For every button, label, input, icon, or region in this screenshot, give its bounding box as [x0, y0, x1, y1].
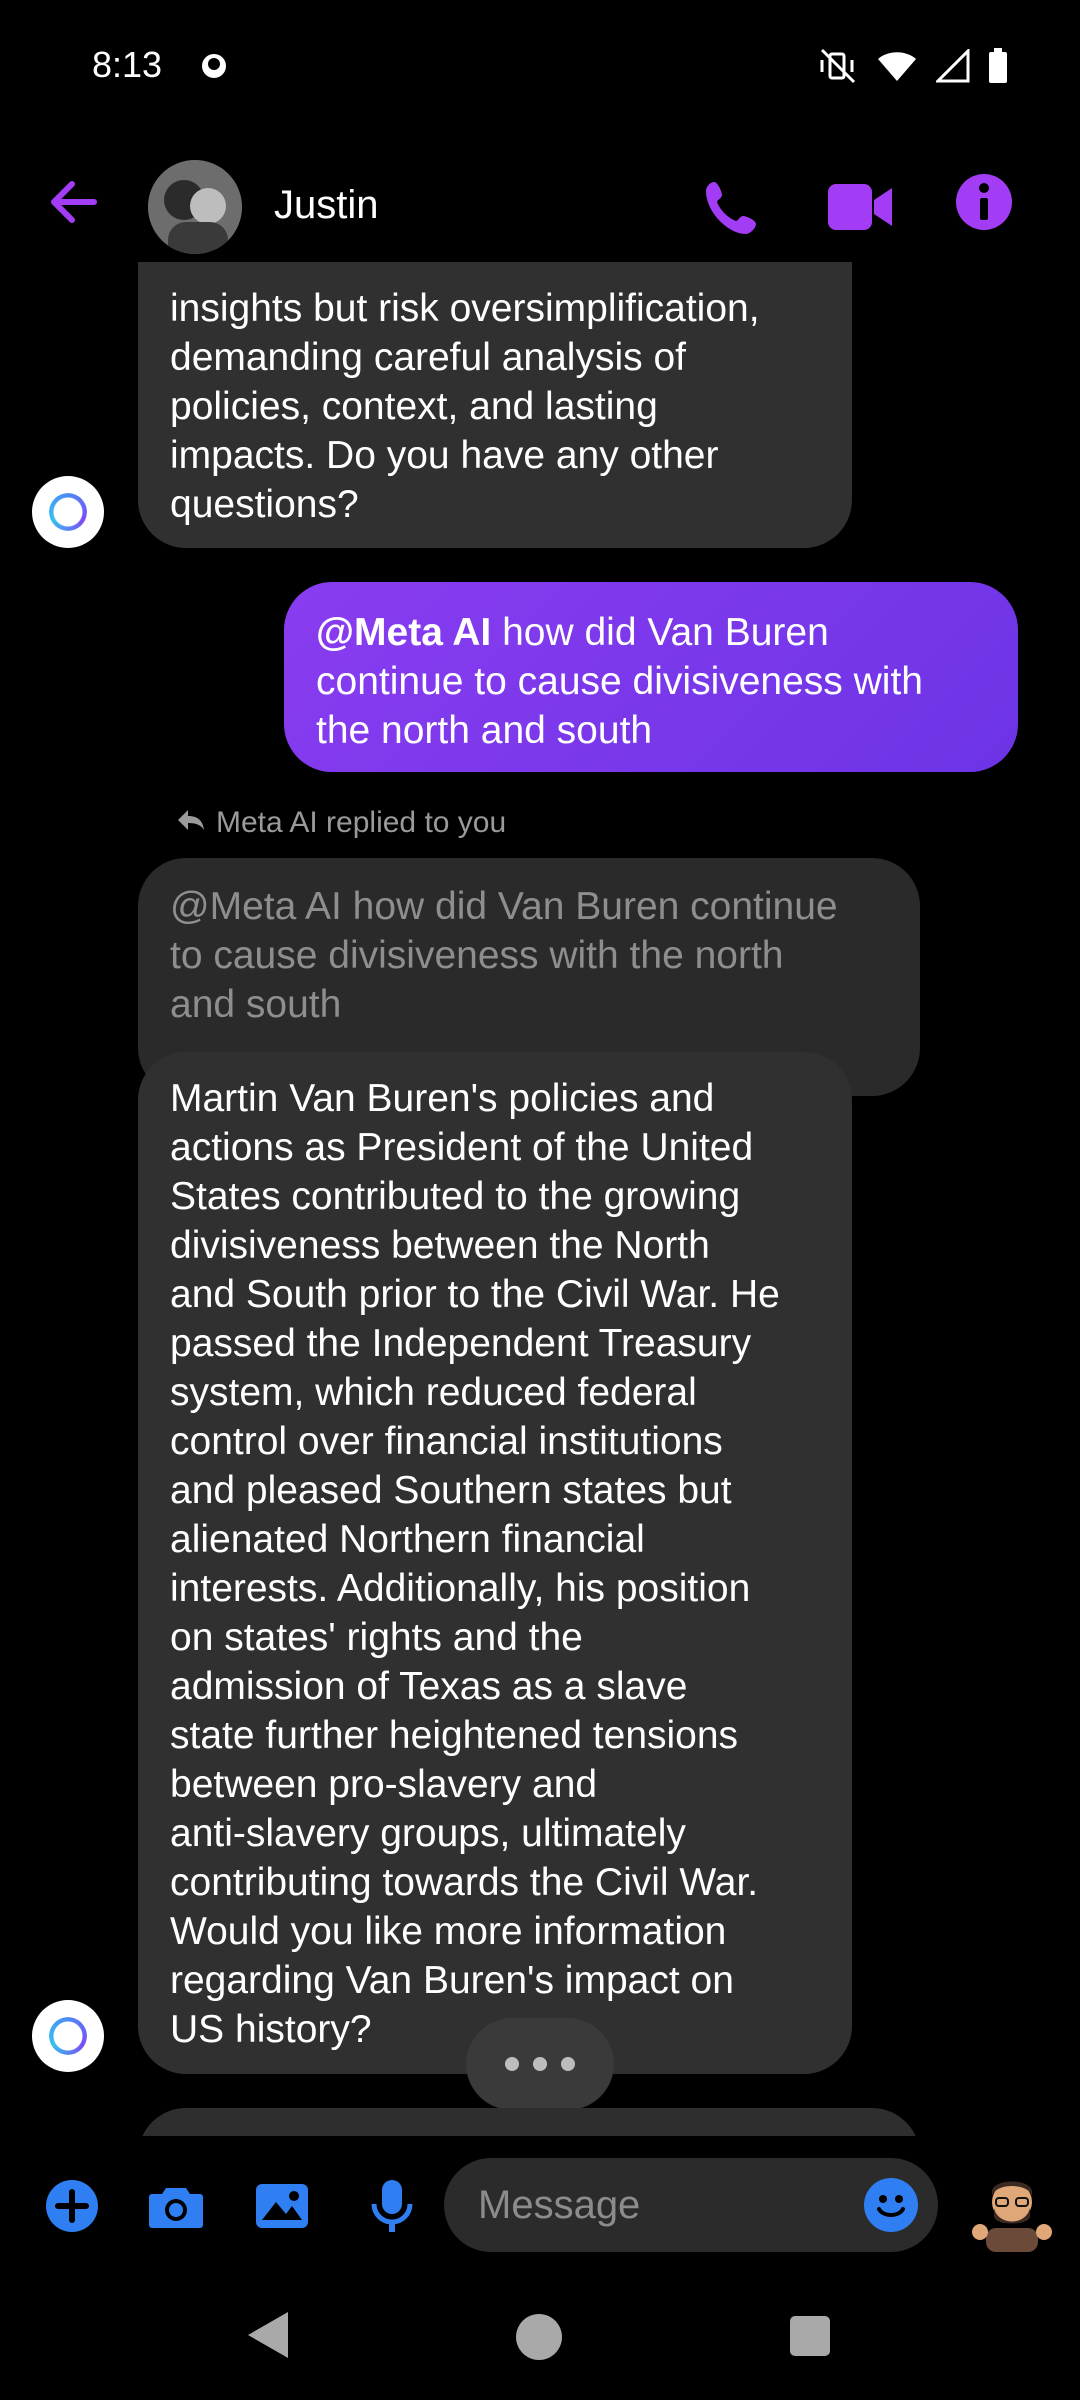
meta-ai-avatar[interactable] [32, 476, 104, 548]
ai-message-bubble[interactable]: Martin Van Buren's policies and actions … [138, 1052, 852, 2074]
reply-arrow-icon [176, 806, 206, 840]
mute-vibrate-icon [818, 48, 858, 89]
emoji-icon[interactable] [864, 2178, 918, 2232]
typing-dot [561, 2057, 575, 2071]
microphone-icon[interactable] [362, 2176, 422, 2236]
avatar-sticker-icon[interactable] [970, 2168, 1054, 2252]
battery-icon [988, 48, 1008, 89]
notification-icon [200, 52, 228, 80]
typing-dot [505, 2057, 519, 2071]
typing-dot [533, 2057, 547, 2071]
back-arrow-icon[interactable] [44, 172, 104, 232]
message-field[interactable] [444, 2158, 938, 2252]
meta-ai-ring-icon [49, 2017, 87, 2055]
nav-recents-icon[interactable] [790, 2316, 830, 2356]
plus-icon[interactable] [42, 2176, 102, 2236]
wifi-icon [876, 49, 918, 88]
reply-label: Meta AI replied to you [176, 806, 506, 840]
nav-home-icon[interactable] [516, 2314, 562, 2360]
camera-icon[interactable] [146, 2176, 206, 2236]
meta-ai-ring-icon [49, 493, 87, 531]
reply-label-text: Meta AI replied to you [216, 806, 507, 839]
signal-icon [934, 47, 970, 88]
contact-name[interactable]: Justin [274, 183, 379, 228]
mention: @Meta AI [316, 611, 492, 654]
video-call-icon[interactable] [826, 178, 894, 236]
status-icons [818, 47, 1008, 89]
user-message-bubble[interactable]: @Meta AI how did Van Buren continue to c… [284, 582, 1018, 772]
contact-avatar[interactable] [148, 160, 242, 254]
gallery-icon[interactable] [252, 2176, 312, 2236]
phone-call-icon[interactable] [700, 176, 764, 240]
status-time: 8:13 [92, 44, 163, 85]
typing-indicator [466, 2018, 614, 2110]
ai-message-bubble[interactable]: insights but risk oversimplification, de… [138, 262, 852, 548]
message-input[interactable] [476, 2176, 840, 2234]
meta-ai-avatar[interactable] [32, 2000, 104, 2072]
info-icon[interactable] [954, 172, 1014, 232]
nav-back-icon[interactable] [244, 2310, 290, 2365]
